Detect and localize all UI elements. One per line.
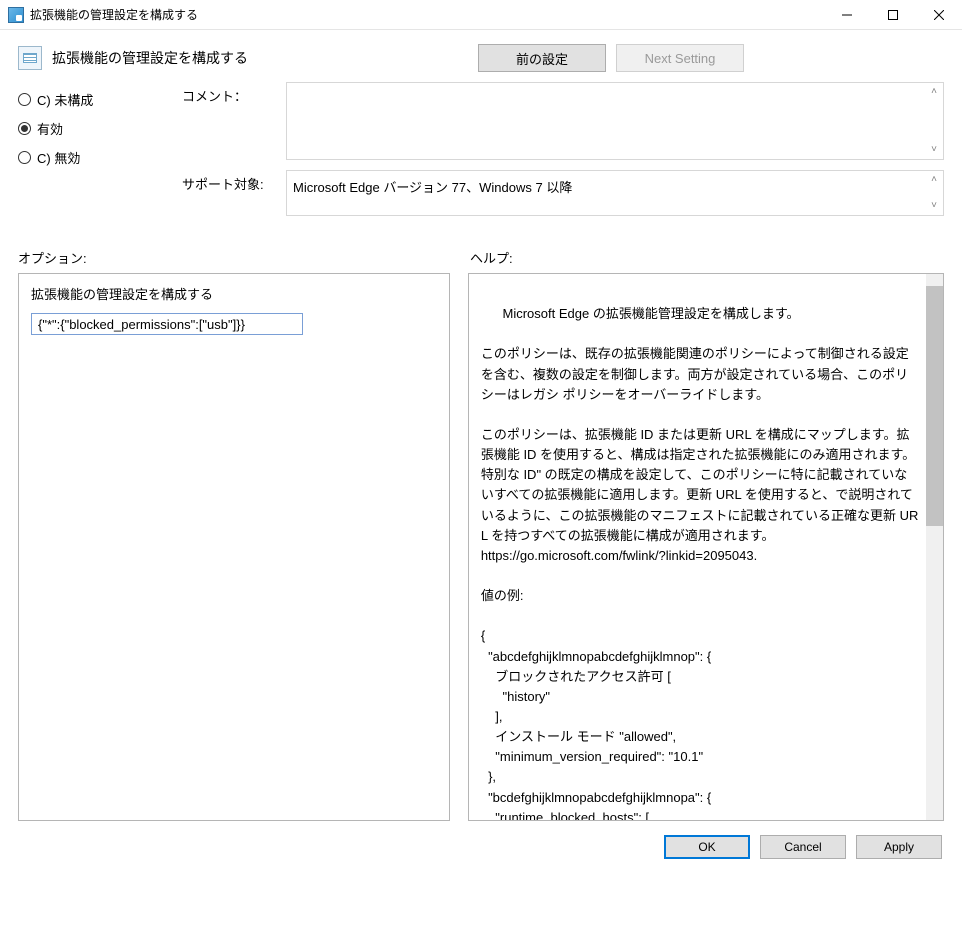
radio-icon: [18, 93, 31, 106]
help-panel: Microsoft Edge の拡張機能管理設定を構成します。 このポリシーは、…: [468, 273, 944, 821]
title-bar: 拡張機能の管理設定を構成する: [0, 0, 962, 30]
supported-box: Microsoft Edge バージョン 77、Windows 7 以降 ˄ ˅: [286, 170, 944, 216]
next-setting-button: Next Setting: [616, 44, 744, 72]
help-text: Microsoft Edge の拡張機能管理設定を構成します。 このポリシーは、…: [481, 306, 919, 821]
scroll-up-icon[interactable]: ˄: [927, 85, 941, 99]
radio-icon: [18, 151, 31, 164]
supported-label: サポート対象:: [182, 170, 282, 193]
radio-label: 有効: [37, 119, 63, 138]
window-controls: [824, 0, 962, 29]
apply-button[interactable]: Apply: [856, 835, 942, 859]
scroll-down-icon[interactable]: ˅: [927, 143, 941, 157]
radio-icon: [18, 122, 31, 135]
comment-label: コメント：: [182, 82, 282, 105]
ok-button[interactable]: OK: [664, 835, 750, 859]
option-field-input[interactable]: [31, 313, 303, 335]
close-button[interactable]: [916, 0, 962, 29]
comment-textarea[interactable]: ˄ ˅: [286, 82, 944, 160]
dialog-footer: OK Cancel Apply: [18, 835, 944, 859]
radio-label: C) 無効: [37, 148, 80, 167]
options-panel: 拡張機能の管理設定を構成する: [18, 273, 450, 821]
radio-disabled[interactable]: C) 無効: [18, 148, 178, 167]
help-scrollbar-thumb[interactable]: [926, 286, 943, 526]
scroll-down-icon[interactable]: ˅: [927, 199, 941, 213]
radio-label: C) 未構成: [37, 90, 93, 109]
scroll-up-icon[interactable]: ˄: [927, 173, 941, 187]
options-label: オプション:: [18, 248, 470, 267]
minimize-button[interactable]: [824, 0, 870, 29]
help-label: ヘルプ:: [470, 248, 944, 267]
radio-not-configured[interactable]: C) 未構成: [18, 90, 178, 109]
radio-enabled[interactable]: 有効: [18, 119, 178, 138]
cancel-button[interactable]: Cancel: [760, 835, 846, 859]
window-title: 拡張機能の管理設定を構成する: [30, 6, 824, 23]
previous-setting-button[interactable]: 前の設定: [478, 44, 606, 72]
app-icon: [8, 7, 24, 23]
header-row: 拡張機能の管理設定を構成する 前の設定 Next Setting: [18, 44, 944, 72]
supported-value: Microsoft Edge バージョン 77、Windows 7 以降: [293, 180, 572, 195]
policy-icon: [18, 46, 42, 70]
policy-title: 拡張機能の管理設定を構成する: [52, 48, 248, 68]
maximize-button[interactable]: [870, 0, 916, 29]
option-field-label: 拡張機能の管理設定を構成する: [31, 284, 437, 303]
state-radios: C) 未構成 有効 C) 無効: [18, 82, 178, 167]
